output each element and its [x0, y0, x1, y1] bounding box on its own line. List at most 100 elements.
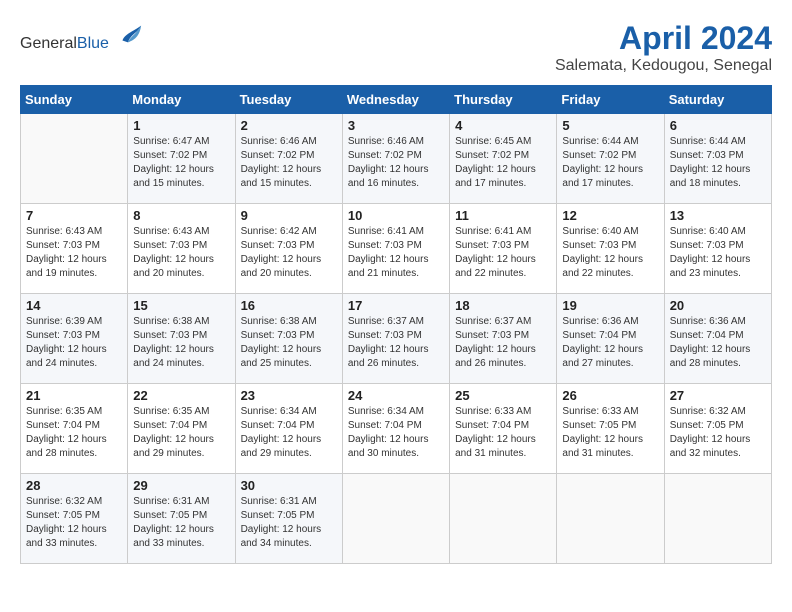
header-day-tuesday: Tuesday [235, 86, 342, 114]
cell-info: Sunrise: 6:32 AMSunset: 7:05 PMDaylight:… [670, 405, 766, 461]
day-number: 16 [241, 298, 337, 313]
calendar-cell: 19 Sunrise: 6:36 AMSunset: 7:04 PMDayligh… [557, 294, 664, 384]
header-day-friday: Friday [557, 86, 664, 114]
logo: GeneralBlue [20, 20, 143, 53]
cell-info: Sunrise: 6:35 AMSunset: 7:04 PMDaylight:… [133, 405, 229, 461]
calendar-cell: 13Sunrise: 6:40 AMSunset: 7:03 PMDayligh… [664, 204, 771, 294]
calendar-cell: 20 Sunrise: 6:36 AMSunset: 7:04 PMDayligh… [664, 294, 771, 384]
cell-info: Sunrise: 6:43 AMSunset: 7:03 PMDaylight:… [133, 225, 229, 281]
day-number: 12 [562, 208, 658, 223]
calendar-cell [664, 474, 771, 564]
day-number: 28 [26, 478, 122, 493]
day-number: 14 [26, 298, 122, 313]
calendar-cell: 12 Sunrise: 6:40 AMSunset: 7:03 PMDayligh… [557, 204, 664, 294]
logo-blue-text: Blue [77, 35, 109, 52]
day-number: 7 [26, 208, 122, 223]
day-number: 26 [562, 388, 658, 403]
header-day-saturday: Saturday [664, 86, 771, 114]
cell-info: Sunrise: 6:43 AMSunset: 7:03 PMDaylight:… [26, 225, 122, 281]
cell-info: Sunrise: 6:32 AMSunset: 7:05 PMDaylight:… [26, 495, 122, 551]
day-number: 29 [133, 478, 229, 493]
header-day-sunday: Sunday [21, 86, 128, 114]
calendar-cell: 16 Sunrise: 6:38 AMSunset: 7:03 PMDayligh… [235, 294, 342, 384]
calendar-header-row: SundayMondayTuesdayWednesdayThursdayFrid… [21, 86, 772, 114]
calendar-cell: 24 Sunrise: 6:34 AMSunset: 7:04 PMDayligh… [342, 384, 449, 474]
header-day-wednesday: Wednesday [342, 86, 449, 114]
cell-info: Sunrise: 6:40 AMSunset: 7:03 PMDaylight:… [562, 225, 658, 281]
calendar-cell: 26 Sunrise: 6:33 AMSunset: 7:05 PMDayligh… [557, 384, 664, 474]
calendar-week-row: 21 Sunrise: 6:35 AMSunset: 7:04 PMDayligh… [21, 384, 772, 474]
cell-info: Sunrise: 6:31 AMSunset: 7:05 PMDaylight:… [133, 495, 229, 551]
location-subtitle: Salemata, Kedougou, Senegal [555, 57, 772, 75]
calendar-cell [342, 474, 449, 564]
calendar-cell: 17 Sunrise: 6:37 AMSunset: 7:03 PMDayligh… [342, 294, 449, 384]
calendar-cell: 21 Sunrise: 6:35 AMSunset: 7:04 PMDayligh… [21, 384, 128, 474]
logo-bird-icon [115, 20, 143, 48]
cell-info: Sunrise: 6:44 AMSunset: 7:02 PMDaylight:… [562, 135, 658, 191]
day-number: 21 [26, 388, 122, 403]
calendar-cell: 1Sunrise: 6:47 AMSunset: 7:02 PMDaylight… [128, 114, 235, 204]
cell-info: Sunrise: 6:33 AMSunset: 7:04 PMDaylight:… [455, 405, 551, 461]
cell-info: Sunrise: 6:41 AMSunset: 7:03 PMDaylight:… [348, 225, 444, 281]
cell-info: Sunrise: 6:47 AMSunset: 7:02 PMDaylight:… [133, 135, 229, 191]
calendar-week-row: 7 Sunrise: 6:43 AMSunset: 7:03 PMDaylight… [21, 204, 772, 294]
day-number: 19 [562, 298, 658, 313]
calendar-cell: 28 Sunrise: 6:32 AMSunset: 7:05 PMDayligh… [21, 474, 128, 564]
calendar-cell: 30 Sunrise: 6:31 AMSunset: 7:05 PMDayligh… [235, 474, 342, 564]
cell-info: Sunrise: 6:41 AMSunset: 7:03 PMDaylight:… [455, 225, 551, 281]
calendar-cell: 7 Sunrise: 6:43 AMSunset: 7:03 PMDaylight… [21, 204, 128, 294]
calendar-cell: 3 Sunrise: 6:46 AMSunset: 7:02 PMDaylight… [342, 114, 449, 204]
calendar-week-row: 1Sunrise: 6:47 AMSunset: 7:02 PMDaylight… [21, 114, 772, 204]
cell-info: Sunrise: 6:37 AMSunset: 7:03 PMDaylight:… [348, 315, 444, 371]
cell-info: Sunrise: 6:38 AMSunset: 7:03 PMDaylight:… [241, 315, 337, 371]
day-number: 22 [133, 388, 229, 403]
calendar-cell: 9 Sunrise: 6:42 AMSunset: 7:03 PMDaylight… [235, 204, 342, 294]
calendar-cell: 11Sunrise: 6:41 AMSunset: 7:03 PMDayligh… [450, 204, 557, 294]
day-number: 4 [455, 118, 551, 133]
calendar-cell [21, 114, 128, 204]
day-number: 3 [348, 118, 444, 133]
day-number: 23 [241, 388, 337, 403]
calendar-cell: 22 Sunrise: 6:35 AMSunset: 7:04 PMDayligh… [128, 384, 235, 474]
cell-info: Sunrise: 6:31 AMSunset: 7:05 PMDaylight:… [241, 495, 337, 551]
cell-info: Sunrise: 6:36 AMSunset: 7:04 PMDaylight:… [670, 315, 766, 371]
cell-info: Sunrise: 6:34 AMSunset: 7:04 PMDaylight:… [348, 405, 444, 461]
calendar-cell: 2Sunrise: 6:46 AMSunset: 7:02 PMDaylight… [235, 114, 342, 204]
calendar-cell: 15Sunrise: 6:38 AMSunset: 7:03 PMDayligh… [128, 294, 235, 384]
cell-info: Sunrise: 6:38 AMSunset: 7:03 PMDaylight:… [133, 315, 229, 371]
day-number: 27 [670, 388, 766, 403]
cell-info: Sunrise: 6:35 AMSunset: 7:04 PMDaylight:… [26, 405, 122, 461]
day-number: 6 [670, 118, 766, 133]
cell-info: Sunrise: 6:36 AMSunset: 7:04 PMDaylight:… [562, 315, 658, 371]
cell-info: Sunrise: 6:46 AMSunset: 7:02 PMDaylight:… [348, 135, 444, 191]
header-day-thursday: Thursday [450, 86, 557, 114]
header-day-monday: Monday [128, 86, 235, 114]
logo-general-text: General [20, 35, 77, 52]
cell-info: Sunrise: 6:34 AMSunset: 7:04 PMDaylight:… [241, 405, 337, 461]
calendar-cell: 5 Sunrise: 6:44 AMSunset: 7:02 PMDaylight… [557, 114, 664, 204]
day-number: 9 [241, 208, 337, 223]
day-number: 18 [455, 298, 551, 313]
day-number: 24 [348, 388, 444, 403]
calendar-table: SundayMondayTuesdayWednesdayThursdayFrid… [20, 85, 772, 564]
page-header: GeneralBlue April 2024 Salemata, Kedougo… [20, 20, 772, 75]
day-number: 5 [562, 118, 658, 133]
cell-info: Sunrise: 6:46 AMSunset: 7:02 PMDaylight:… [241, 135, 337, 191]
calendar-cell [450, 474, 557, 564]
day-number: 20 [670, 298, 766, 313]
cell-info: Sunrise: 6:33 AMSunset: 7:05 PMDaylight:… [562, 405, 658, 461]
cell-info: Sunrise: 6:42 AMSunset: 7:03 PMDaylight:… [241, 225, 337, 281]
day-number: 10 [348, 208, 444, 223]
calendar-cell: 14 Sunrise: 6:39 AMSunset: 7:03 PMDayligh… [21, 294, 128, 384]
calendar-cell: 4Sunrise: 6:45 AMSunset: 7:02 PMDaylight… [450, 114, 557, 204]
calendar-cell: 8Sunrise: 6:43 AMSunset: 7:03 PMDaylight… [128, 204, 235, 294]
calendar-cell: 10 Sunrise: 6:41 AMSunset: 7:03 PMDayligh… [342, 204, 449, 294]
day-number: 17 [348, 298, 444, 313]
cell-info: Sunrise: 6:37 AMSunset: 7:03 PMDaylight:… [455, 315, 551, 371]
day-number: 25 [455, 388, 551, 403]
calendar-week-row: 28 Sunrise: 6:32 AMSunset: 7:05 PMDayligh… [21, 474, 772, 564]
cell-info: Sunrise: 6:39 AMSunset: 7:03 PMDaylight:… [26, 315, 122, 371]
day-number: 13 [670, 208, 766, 223]
day-number: 30 [241, 478, 337, 493]
calendar-cell: 29 Sunrise: 6:31 AMSunset: 7:05 PMDayligh… [128, 474, 235, 564]
